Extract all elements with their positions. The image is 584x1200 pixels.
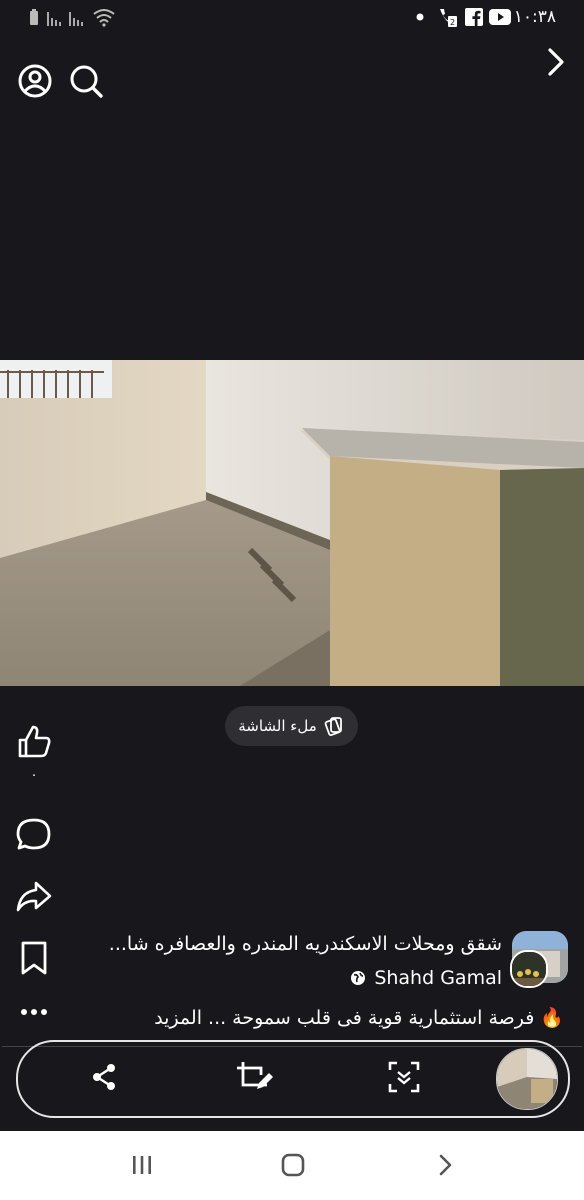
post-author[interactable]: Shahd Gamal (350, 967, 502, 989)
post-description[interactable]: 🔥 فرصة استثمارية قوية فى قلب سموحة ... ا… (154, 1006, 564, 1030)
status-bar: 2 ١٠:٣٨ (0, 0, 584, 34)
battery-icon (30, 9, 38, 25)
post-caption[interactable]: شقق ومحلات الاسكندريه المندره والعصافره … (62, 933, 502, 955)
chevron-right-icon (548, 48, 564, 76)
video-thumbnail[interactable] (496, 1048, 558, 1110)
like-count: ٠ (30, 768, 38, 783)
globe-icon (351, 971, 366, 985)
comment-icon (16, 818, 51, 850)
recent-apps-icon[interactable] (130, 1153, 154, 1177)
share-button[interactable] (14, 877, 54, 921)
avatar-image (512, 952, 546, 986)
scan-icon (388, 1061, 420, 1093)
video-thumbnail-image (497, 1049, 557, 1109)
comment-button[interactable] (14, 815, 54, 859)
profile-button[interactable] (15, 61, 55, 101)
system-nav-bar (0, 1131, 584, 1200)
bookmark-button[interactable] (14, 938, 54, 982)
scan-button[interactable] (382, 1055, 426, 1099)
like-button[interactable] (14, 722, 54, 766)
fill-screen-icon (324, 717, 342, 736)
youtube-icon (489, 9, 511, 25)
home-icon[interactable] (280, 1152, 306, 1178)
call-icon: 2 (440, 9, 457, 27)
edit-crop-icon (237, 1062, 273, 1089)
video-player[interactable] (0, 360, 584, 686)
author-name: Shahd Gamal (374, 967, 502, 989)
search-icon (70, 65, 103, 98)
profile-icon (18, 64, 52, 98)
more-button[interactable] (14, 992, 54, 1036)
share-node-icon (93, 1064, 115, 1090)
status-time: ١٠:٣٨ (513, 7, 556, 27)
next-button[interactable] (536, 42, 576, 82)
avatar[interactable] (510, 950, 548, 988)
fire-emoji-icon: 🔥 (540, 1007, 564, 1029)
bookmark-icon (21, 941, 47, 975)
facebook-icon (465, 8, 483, 26)
description-text: فرصة استثمارية قوية فى قلب سموحة ... الم… (154, 1006, 535, 1029)
video-frame-image (0, 360, 584, 686)
fill-screen-label: ملء الشاشة (238, 717, 317, 735)
share-node-button[interactable] (82, 1055, 126, 1099)
like-icon (18, 725, 51, 758)
wifi-icon (93, 9, 115, 27)
more-icon (21, 1009, 47, 1015)
signal-icon (47, 12, 61, 26)
edit-crop-button[interactable] (233, 1055, 277, 1099)
svg-text:2: 2 (450, 18, 455, 27)
search-button[interactable] (66, 61, 106, 101)
share-icon (16, 881, 52, 912)
dot-icon (416, 13, 424, 21)
back-icon[interactable] (434, 1152, 458, 1178)
fill-screen-button[interactable]: ملء الشاشة (225, 706, 358, 746)
signal-icon (69, 12, 83, 26)
